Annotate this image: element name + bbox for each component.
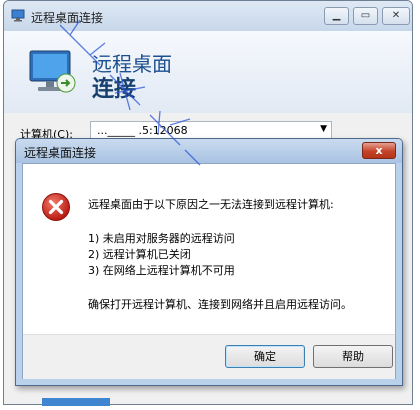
close-icon: ✕ xyxy=(391,10,401,21)
error-message: 远程桌面由于以下原因之一无法连接到远程计算机: xyxy=(88,198,334,211)
error-dialog: 远程桌面连接 x 远程桌面由于以下原因之一无法连接到远程计算机: 1) 未启用对… xyxy=(15,138,403,386)
maximize-button[interactable]: ▭ xyxy=(353,7,378,25)
computer-combobox[interactable]: ..._____ .5:12068 ▼ xyxy=(90,121,332,139)
reason-item: 1) 未启用对服务器的远程访问 xyxy=(88,232,235,245)
ensure-message: 确保打开远程计算机、连接到网络并且启用远程访问。 xyxy=(88,298,352,311)
window-titlebar[interactable]: 远程桌面连接 ▁ ▭ ✕ xyxy=(4,1,412,31)
maximize-icon: ▭ xyxy=(360,10,371,21)
bg-connect-button-edge[interactable] xyxy=(42,398,110,406)
dropdown-arrow-icon[interactable]: ▼ xyxy=(320,124,327,134)
dialog-title: 远程桌面连接 xyxy=(24,146,97,160)
dialog-button-bar: 确定 帮助 xyxy=(23,334,395,379)
window-close-button[interactable]: ✕ xyxy=(382,7,410,25)
error-icon xyxy=(42,193,70,221)
banner-title-line2: 连接 xyxy=(92,77,137,102)
dialog-close-button[interactable]: x xyxy=(362,142,396,159)
ok-button[interactable]: 确定 xyxy=(225,345,305,368)
minimize-icon: ▁ xyxy=(332,10,341,21)
minimize-button[interactable]: ▁ xyxy=(324,7,349,25)
monitor-icon xyxy=(29,50,76,93)
rdp-app-icon xyxy=(11,9,25,22)
dialog-titlebar[interactable]: 远程桌面连接 x xyxy=(16,139,402,163)
computer-value: ..._____ .5:12068 xyxy=(97,124,188,137)
window-title: 远程桌面连接 xyxy=(31,11,104,25)
dialog-content: 远程桌面由于以下原因之一无法连接到远程计算机: 1) 未启用对服务器的远程访问 … xyxy=(22,163,396,379)
banner: 远程桌面 连接 xyxy=(4,31,412,113)
reason-item: 3) 在网络上远程计算机不可用 xyxy=(88,264,235,277)
help-button[interactable]: 帮助 xyxy=(313,345,393,368)
close-icon: x xyxy=(375,144,383,157)
reason-item: 2) 远程计算机已关闭 xyxy=(88,248,191,261)
